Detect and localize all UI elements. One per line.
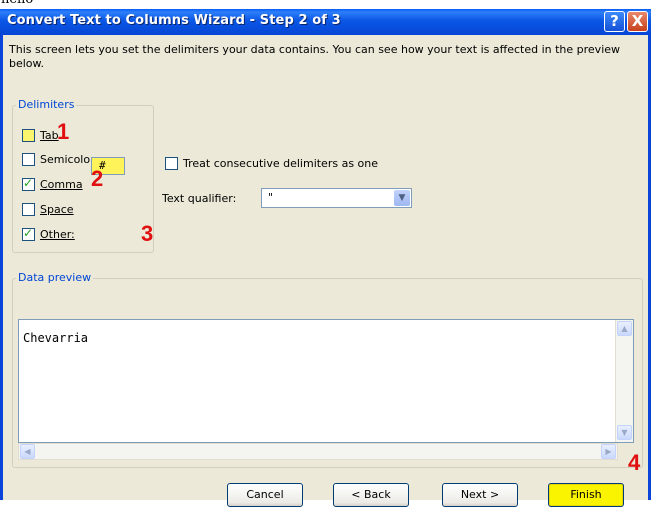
finish-button[interactable]: Finish <box>548 483 624 507</box>
help-icon: ? <box>610 12 619 30</box>
data-preview-group-label: Data preview <box>16 271 94 284</box>
cancel-button[interactable]: Cancel <box>227 483 303 507</box>
space-checkbox-label: Space <box>40 203 74 216</box>
preview-horizontal-scrollbar[interactable]: ◀ ▶ <box>18 443 618 460</box>
annotation-1: 1 <box>57 119 70 144</box>
data-preview-text: Chevarria <box>23 331 89 345</box>
annotation-2: 2 <box>91 166 104 191</box>
delimiters-group-label: Delimiters <box>16 98 77 111</box>
comma-checkbox-label: Comma <box>40 178 83 191</box>
help-button[interactable]: ? <box>604 11 625 32</box>
scroll-up-icon[interactable]: ▲ <box>617 321 632 336</box>
close-button[interactable]: X <box>627 11 648 32</box>
consecutive-delimiters-label: Treat consecutive delimiters as one <box>183 157 379 170</box>
background-text: hello <box>1 0 33 7</box>
wizard-window: Convert Text to Columns Wizard - Step 2 … <box>0 9 651 507</box>
scroll-right-icon[interactable]: ▶ <box>601 444 616 459</box>
scroll-down-icon[interactable]: ▼ <box>617 425 632 440</box>
annotation-3: 3 <box>141 221 154 246</box>
window-title: Convert Text to Columns Wizard - Step 2 … <box>7 13 341 28</box>
other-checkbox-box[interactable] <box>22 226 35 241</box>
intro-text: This screen lets you set the delimiters … <box>9 43 621 70</box>
back-button[interactable]: < Back <box>333 483 409 507</box>
semicolon-checkbox-box[interactable] <box>22 153 35 166</box>
tab-checkbox-label: Tab <box>40 129 59 142</box>
semicolon-checkbox-label: Semicolon <box>40 153 98 166</box>
chevron-down-icon[interactable]: ▼ <box>394 190 410 206</box>
delimiters-group: Delimiters Tab Semicolon Comma Space Oth… <box>12 98 154 253</box>
next-button[interactable]: Next > <box>442 483 518 507</box>
background-text-strip: hello <box>0 0 651 9</box>
preview-vertical-scrollbar[interactable]: ▲ ▼ <box>615 320 633 442</box>
dialog-body: This screen lets you set the delimiters … <box>3 35 648 507</box>
text-qualifier-label: Text qualifier: <box>162 192 237 205</box>
scroll-left-icon[interactable]: ◀ <box>20 444 35 459</box>
title-bar[interactable]: Convert Text to Columns Wizard - Step 2 … <box>0 9 651 35</box>
comma-checkbox-box[interactable] <box>22 176 35 191</box>
text-qualifier-select[interactable]: " ▼ <box>261 188 412 208</box>
data-preview-area[interactable]: Chevarria ▲ ▼ <box>18 319 634 443</box>
annotation-4: 4 <box>628 450 641 475</box>
space-checkbox-box[interactable] <box>22 203 35 216</box>
text-qualifier-value: " <box>268 191 274 204</box>
other-checkbox-label: Other: <box>40 228 75 241</box>
tab-checkbox-box[interactable] <box>22 129 35 142</box>
consecutive-delimiters-checkbox-box[interactable] <box>165 157 178 170</box>
close-icon: X <box>631 12 644 30</box>
